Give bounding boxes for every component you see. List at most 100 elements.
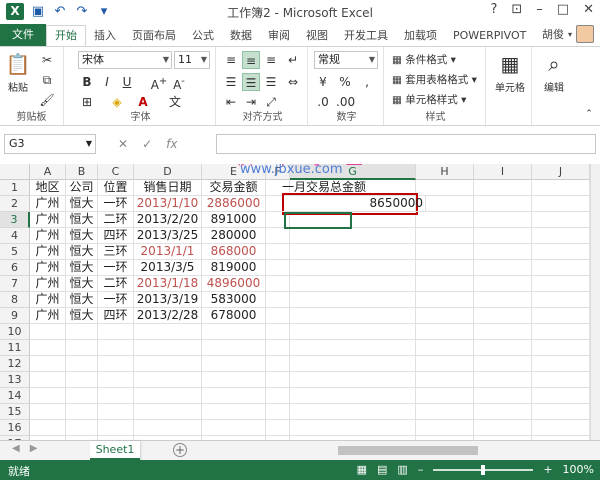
cell-d15[interactable]	[134, 404, 202, 420]
row-header-10[interactable]: 10	[0, 324, 30, 340]
cell-c3[interactable]: 二环	[98, 212, 134, 228]
close-icon[interactable]: ✕	[583, 2, 594, 17]
cell-i12[interactable]	[474, 356, 532, 372]
add-sheet-button[interactable]: +	[173, 443, 187, 457]
cell-j2[interactable]	[532, 196, 590, 212]
cell-j5[interactable]	[532, 244, 590, 260]
sheet-tab-sheet1[interactable]: Sheet1	[90, 441, 140, 460]
cell-a9[interactable]: 广州	[30, 308, 66, 324]
cell-b2[interactable]: 恒大	[66, 196, 98, 212]
next-sheet-icon[interactable]: ▶	[30, 443, 38, 454]
cell-c1[interactable]: 位置	[98, 180, 134, 196]
cell-f14[interactable]	[266, 388, 290, 404]
cut-icon[interactable]: ✂	[38, 51, 56, 69]
page-break-icon[interactable]: ▥	[397, 463, 407, 476]
number-format-select[interactable]: 常规 ▼	[314, 51, 378, 69]
cell-c8[interactable]: 一环	[98, 292, 134, 308]
cell-h8[interactable]	[416, 292, 474, 308]
cell-g5[interactable]	[290, 244, 416, 260]
cell-b10[interactable]	[66, 324, 98, 340]
cell-a3[interactable]: 广州	[30, 212, 66, 228]
cell-e8[interactable]: 583000	[202, 292, 266, 308]
cell-g15[interactable]	[290, 404, 416, 420]
cell-c9[interactable]: 四环	[98, 308, 134, 324]
select-all-corner[interactable]	[0, 164, 30, 180]
cell-c7[interactable]: 二环	[98, 276, 134, 292]
spreadsheet-grid[interactable]: ABCDEFGHIJ1234567891011121314151617地区公司位…	[0, 164, 590, 440]
column-header-f[interactable]: F	[266, 164, 290, 180]
cell-g12[interactable]	[290, 356, 416, 372]
cell-h11[interactable]	[416, 340, 474, 356]
cell-a4[interactable]: 广州	[30, 228, 66, 244]
cell-g1[interactable]	[290, 180, 416, 196]
cell-e16[interactable]	[202, 420, 266, 436]
tab-6[interactable]: 审阅	[260, 26, 298, 46]
cell-g4[interactable]	[290, 228, 416, 244]
formula-input[interactable]	[216, 134, 596, 154]
cell-a6[interactable]: 广州	[30, 260, 66, 276]
zoom-thumb[interactable]	[481, 464, 486, 475]
cell-d10[interactable]	[134, 324, 202, 340]
cell-h12[interactable]	[416, 356, 474, 372]
cell-e5[interactable]: 868000	[202, 244, 266, 260]
column-header-g[interactable]: G	[290, 164, 416, 180]
cell-h1[interactable]	[416, 180, 474, 196]
cell-j1[interactable]	[532, 180, 590, 196]
cell-j7[interactable]	[532, 276, 590, 292]
cell-f7[interactable]	[266, 276, 290, 292]
zoom-out-icon[interactable]: –	[418, 463, 424, 476]
column-header-d[interactable]: D	[134, 164, 202, 180]
align-left-icon[interactable]: ☰	[222, 73, 240, 91]
cell-j11[interactable]	[532, 340, 590, 356]
align-right-icon[interactable]: ☰	[262, 73, 280, 91]
row-header-7[interactable]: 7	[0, 276, 30, 292]
tab-2[interactable]: 插入	[86, 26, 124, 46]
cell-d13[interactable]	[134, 372, 202, 388]
cell-c2[interactable]: 一环	[98, 196, 134, 212]
cell-i5[interactable]	[474, 244, 532, 260]
cell-f11[interactable]	[266, 340, 290, 356]
cell-b9[interactable]: 恒大	[66, 308, 98, 324]
cell-a7[interactable]: 广州	[30, 276, 66, 292]
tab-10[interactable]: POWERPIVOT	[445, 26, 534, 46]
cell-c13[interactable]	[98, 372, 134, 388]
column-header-e[interactable]: E	[202, 164, 266, 180]
comma-icon[interactable]: ,	[358, 73, 376, 91]
cell-g8[interactable]	[290, 292, 416, 308]
cell-j3[interactable]	[532, 212, 590, 228]
cell-j10[interactable]	[532, 324, 590, 340]
cell-b5[interactable]: 恒大	[66, 244, 98, 260]
format-as-table-button[interactable]: ▦ 套用表格格式 ▾	[392, 72, 477, 87]
cell-a11[interactable]	[30, 340, 66, 356]
column-header-b[interactable]: B	[66, 164, 98, 180]
cell-e7[interactable]: 4896000	[202, 276, 266, 292]
row-header-15[interactable]: 15	[0, 404, 30, 420]
cell-d5[interactable]: 2013/1/1	[134, 244, 202, 260]
cell-c15[interactable]	[98, 404, 134, 420]
cell-d4[interactable]: 2013/3/25	[134, 228, 202, 244]
bottom-align-icon[interactable]: ≡	[262, 51, 280, 69]
cell-j12[interactable]	[532, 356, 590, 372]
cell-i8[interactable]	[474, 292, 532, 308]
cell-i11[interactable]	[474, 340, 532, 356]
cell-c12[interactable]	[98, 356, 134, 372]
align-center-icon[interactable]: ☰	[242, 73, 260, 91]
scroll-thumb[interactable]	[338, 446, 478, 455]
row-header-5[interactable]: 5	[0, 244, 30, 260]
name-box[interactable]: G3 ▼	[4, 134, 96, 154]
cell-i2[interactable]	[474, 196, 532, 212]
cell-b16[interactable]	[66, 420, 98, 436]
underline-icon[interactable]: U	[118, 73, 136, 91]
cell-f13[interactable]	[266, 372, 290, 388]
insert-function-icon[interactable]: fx	[166, 137, 177, 151]
cell-j14[interactable]	[532, 388, 590, 404]
horizontal-scrollbar[interactable]	[320, 444, 550, 457]
cell-i6[interactable]	[474, 260, 532, 276]
column-header-h[interactable]: H	[416, 164, 474, 180]
tab-1[interactable]: 开始	[46, 25, 86, 46]
conditional-format-button[interactable]: ▦ 条件格式 ▾	[392, 52, 456, 67]
cell-e4[interactable]: 280000	[202, 228, 266, 244]
cell-a5[interactable]: 广州	[30, 244, 66, 260]
cell-e1[interactable]: 交易金额	[202, 180, 266, 196]
cell-d1[interactable]: 销售日期	[134, 180, 202, 196]
